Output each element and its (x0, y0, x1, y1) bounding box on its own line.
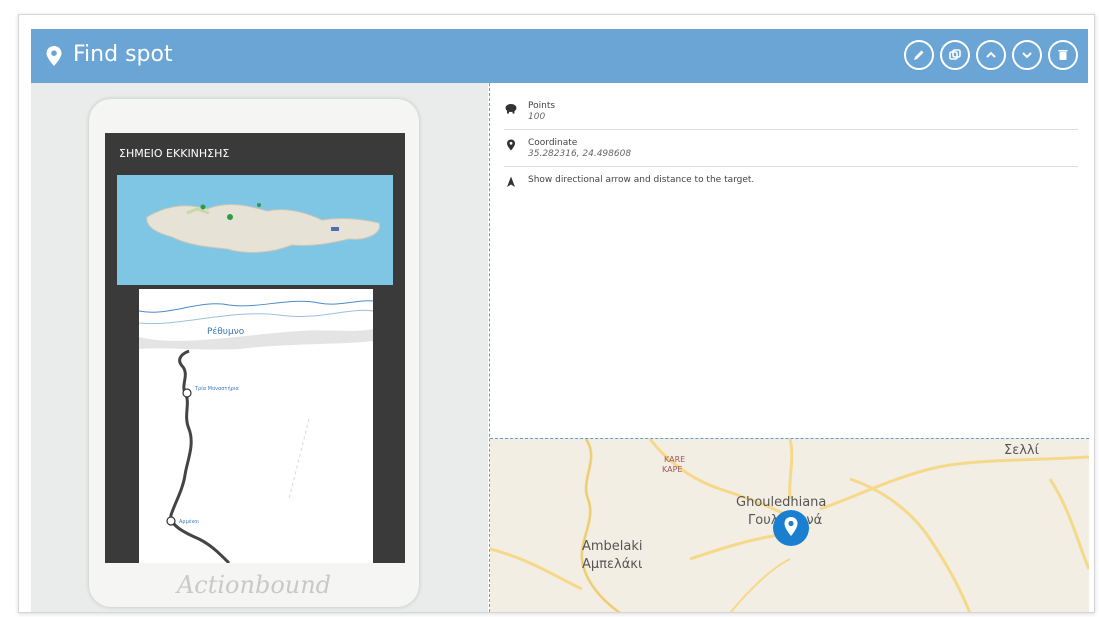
coordinate-row: Coordinate 35.282316, 24.498608 (504, 130, 1078, 167)
preview-pane: ΣΗΜΕΙΟ ΕΚΚΙΝΗΣΗΣ Ρέθυμνο Τρία Μοναστήρια… (31, 83, 488, 612)
location-pin-icon (507, 139, 515, 151)
points-value: 100 (528, 112, 546, 122)
move-up-button[interactable] (976, 40, 1006, 70)
phone-screen: ΣΗΜΕΙΟ ΕΚΚΙΝΗΣΗΣ Ρέθυμνο Τρία Μοναστήρια… (105, 133, 405, 563)
route-stop-label-2: Αρμένοι (179, 518, 199, 525)
points-label: Points (528, 101, 556, 111)
arrow-description: Show directional arrow and distance to t… (528, 175, 755, 185)
spot-details: Points 100 Coordinate 35.282316, 24.4986… (504, 93, 1078, 194)
route-map-city-label: Ρέθυμνο (207, 326, 245, 337)
card-body: ΣΗΜΕΙΟ ΕΚΚΙΝΗΣΗΣ Ρέθυμνο Τρία Μοναστήρια… (31, 83, 1089, 612)
map-marker-icon[interactable] (772, 509, 810, 547)
move-down-button[interactable] (1012, 40, 1042, 70)
delete-button[interactable] (1048, 40, 1078, 70)
route-map-image: Ρέθυμνο Τρία Μοναστήρια Αρμένοι (139, 289, 373, 563)
card-toolbar (904, 40, 1078, 70)
coordinate-label: Coordinate (528, 138, 578, 148)
move-up-icon (986, 51, 996, 58)
map-label-kare: KARE (664, 455, 686, 464)
map-label-ambelaki-greek: Αμπελάκι (582, 557, 643, 572)
edit-icon (914, 50, 924, 60)
card-header: Find spot (31, 29, 1088, 83)
screen-title: ΣΗΜΕΙΟ ΕΚΚΙΝΗΣΗΣ (119, 147, 230, 160)
piggy-bank-icon (505, 104, 517, 114)
details-pane: Points 100 Coordinate 35.282316, 24.4986… (489, 83, 1089, 612)
map-label-kape: KAPE (662, 465, 683, 474)
coordinate-value: 35.282316, 24.498608 (528, 149, 632, 159)
map-label-ambelaki: Ambelaki (582, 539, 643, 554)
crete-map-image (117, 175, 393, 285)
brand-logo: Actionbound (176, 571, 332, 599)
edit-button[interactable] (904, 40, 934, 70)
route-stop-label-1: Τρία Μοναστήρια (194, 385, 239, 392)
arrow-row: Show directional arrow and distance to t… (504, 167, 1078, 194)
location-pin-icon (46, 46, 62, 66)
find-spot-card: Find spot ΣΗΜΕΙΟ ΕΚΚΙΝΗΣΗΣ Ρέθυμνο Τρία … (18, 14, 1095, 613)
direction-arrow-icon (507, 176, 515, 187)
duplicate-button[interactable] (940, 40, 970, 70)
delete-icon (1058, 50, 1068, 60)
map-label-selli: Σελλί (1004, 443, 1040, 458)
map-label-ghouledhiana: Ghouledhiana (736, 495, 827, 510)
duplicate-icon (949, 49, 961, 60)
move-down-icon (1022, 52, 1032, 59)
card-title: Find spot (73, 42, 173, 67)
phone-preview: ΣΗΜΕΙΟ ΕΚΚΙΝΗΣΗΣ Ρέθυμνο Τρία Μοναστήρια… (89, 99, 419, 607)
points-row: Points 100 (504, 93, 1078, 130)
location-map[interactable]: KARE KAPE Σελλί Ghouledhiana Γουλεδιανά … (490, 438, 1089, 612)
